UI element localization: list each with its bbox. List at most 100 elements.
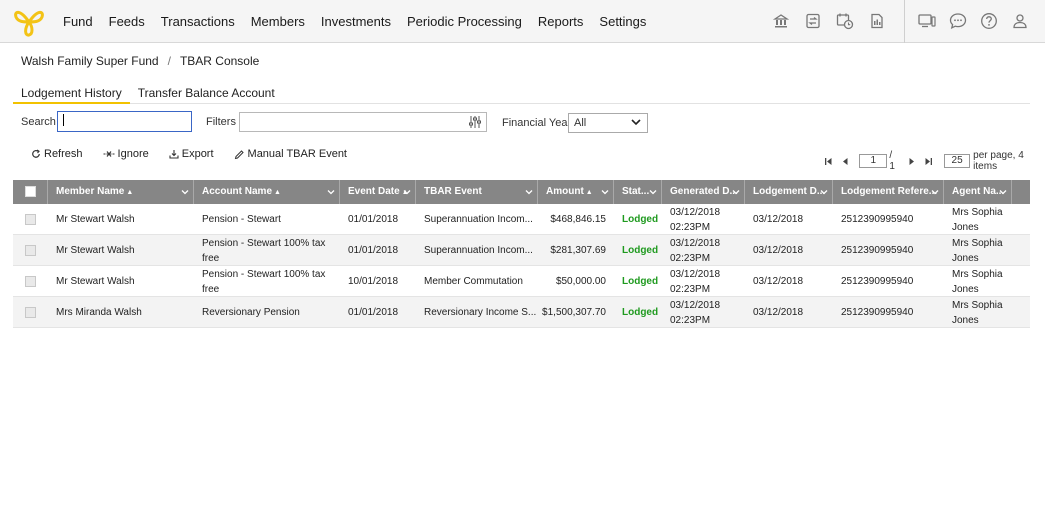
sort-asc-icon: ▲ <box>126 189 134 196</box>
tab-lodgement-history[interactable]: Lodgement History <box>13 82 130 104</box>
chevron-down-icon[interactable] <box>649 188 657 196</box>
user-icon[interactable] <box>1009 10 1031 32</box>
cell-tbar-event: Superannuation Incom... <box>424 214 533 225</box>
chevron-down-icon[interactable] <box>820 188 828 196</box>
cell-lodgement-reference: 2512390995940 <box>841 214 914 225</box>
page-size-input[interactable]: 25 <box>944 154 971 168</box>
row-checkbox[interactable] <box>25 276 36 287</box>
page-number-input[interactable]: 1 <box>859 154 888 168</box>
filters-label: Filters <box>206 116 236 128</box>
column-generated-date[interactable]: Generated D... <box>662 180 745 204</box>
search-input[interactable] <box>57 111 192 132</box>
first-page-icon[interactable] <box>823 155 834 167</box>
transfer-icon[interactable] <box>802 10 824 32</box>
filter-sliders-icon[interactable] <box>468 115 482 129</box>
nav-periodic-processing[interactable]: Periodic Processing <box>407 14 522 29</box>
chevron-down-icon[interactable] <box>931 188 939 196</box>
bank-icon[interactable] <box>770 10 792 32</box>
export-button[interactable]: Export <box>169 148 214 160</box>
column-status[interactable]: Stat... <box>614 180 662 204</box>
cell-lodgement-date: 03/12/2018 <box>753 307 804 318</box>
monitor-icon[interactable] <box>916 10 938 32</box>
financial-year-value: All <box>574 117 587 129</box>
column-label: Event Date <box>348 186 400 197</box>
row-checkbox[interactable] <box>25 214 36 225</box>
user-icons <box>916 10 1040 32</box>
financial-year-select[interactable]: All <box>568 113 648 133</box>
nav-feeds[interactable]: Feeds <box>109 14 145 29</box>
lodgement-history-grid: Member Name ▲ Account Name ▲ Event Date ▲ T… <box>13 180 1030 328</box>
nav-reports[interactable]: Reports <box>538 14 584 29</box>
refresh-icon <box>32 149 40 158</box>
breadcrumb-fund[interactable]: Walsh Family Super Fund <box>21 54 159 68</box>
row-checkbox-cell <box>13 204 48 235</box>
cell-member-name: Mrs Miranda Walsh <box>56 307 142 318</box>
cell-generated-date: 03/12/2018 02:23PM <box>670 237 721 264</box>
cell-lodgement-date: 03/12/2018 <box>753 276 804 287</box>
chevron-down-icon[interactable] <box>327 188 335 196</box>
chevron-down-icon[interactable] <box>181 188 189 196</box>
table-row[interactable]: Mr Stewart Walsh Pension - Stewart 100% … <box>13 266 1030 297</box>
column-account-name[interactable]: Account Name ▲ <box>194 180 340 204</box>
cell-lodgement-reference: 2512390995940 <box>841 307 914 318</box>
previous-page-icon[interactable] <box>840 155 851 167</box>
cell-tbar-event: Superannuation Incom... <box>424 245 533 256</box>
nav-members[interactable]: Members <box>251 14 305 29</box>
ignore-icon <box>103 151 115 157</box>
row-checkbox[interactable] <box>25 307 36 318</box>
nav-fund[interactable]: Fund <box>63 14 93 29</box>
nav-investments[interactable]: Investments <box>321 14 391 29</box>
next-page-icon[interactable] <box>906 155 917 167</box>
export-label: Export <box>181 148 214 160</box>
nav-divider <box>904 0 905 43</box>
app-logo-icon[interactable] <box>12 5 46 37</box>
pencil-icon <box>234 149 244 159</box>
filters-input[interactable] <box>239 112 487 132</box>
last-page-icon[interactable] <box>923 155 934 167</box>
chevron-down-icon[interactable] <box>403 188 411 196</box>
column-lodgement-reference[interactable]: Lodgement Refere... <box>833 180 944 204</box>
row-checkbox-cell <box>13 297 48 328</box>
column-agent-name[interactable]: Agent Na... <box>944 180 1012 204</box>
nav-transactions[interactable]: Transactions <box>161 14 235 29</box>
breadcrumb-page: TBAR Console <box>179 54 260 68</box>
table-row[interactable]: Mrs Miranda Walsh Reversionary Pension 0… <box>13 297 1030 328</box>
tab-strip: Lodgement History Transfer Balance Accou… <box>13 82 1030 104</box>
status-badge: Lodged <box>622 307 659 318</box>
cell-lodgement-reference: 2512390995940 <box>841 276 914 287</box>
nav-settings[interactable]: Settings <box>599 14 646 29</box>
row-checkbox-cell <box>13 235 48 266</box>
table-row[interactable]: Mr Stewart Walsh Pension - Stewart 100% … <box>13 235 1030 266</box>
chevron-down-icon[interactable] <box>999 188 1007 196</box>
refresh-button[interactable]: Refresh <box>31 148 83 160</box>
help-icon[interactable] <box>978 10 1000 32</box>
chevron-down-icon[interactable] <box>525 188 533 196</box>
column-lodgement-date[interactable]: Lodgement D... <box>745 180 833 204</box>
calendar-clock-icon[interactable] <box>834 10 856 32</box>
chevron-down-icon[interactable] <box>732 188 740 196</box>
cell-tbar-event: Member Commutation <box>424 276 523 287</box>
ignore-button[interactable]: Ignore <box>103 148 149 160</box>
column-member-name[interactable]: Member Name ▲ <box>48 180 194 204</box>
column-amount[interactable]: Amount ▲ <box>538 180 614 204</box>
refresh-label: Refresh <box>44 148 83 160</box>
column-label: Member Name <box>56 186 125 197</box>
cell-event-date: 01/01/2018 <box>348 307 399 318</box>
cell-tbar-event: Reversionary Income S... <box>424 307 537 318</box>
column-tbar-event[interactable]: TBAR Event <box>416 180 538 204</box>
select-all-checkbox[interactable] <box>25 186 36 197</box>
page-size-suffix: per page, 4 items <box>973 150 1024 172</box>
document-icon[interactable] <box>866 10 888 32</box>
ignore-label: Ignore <box>117 148 149 160</box>
chat-icon[interactable] <box>947 10 969 32</box>
chevron-down-icon[interactable] <box>601 188 609 196</box>
manual-tbar-event-button[interactable]: Manual TBAR Event <box>234 148 347 160</box>
cell-amount: $468,846.15 <box>550 214 606 225</box>
row-checkbox[interactable] <box>25 245 36 256</box>
tab-transfer-balance-account[interactable]: Transfer Balance Account <box>130 82 283 104</box>
manual-tbar-event-label: Manual TBAR Event <box>247 148 347 160</box>
column-event-date[interactable]: Event Date ▲ <box>340 180 416 204</box>
table-row[interactable]: Mr Stewart Walsh Pension - Stewart 01/01… <box>13 204 1030 235</box>
column-label: Account Name <box>202 186 273 197</box>
row-checkbox-cell <box>13 266 48 297</box>
